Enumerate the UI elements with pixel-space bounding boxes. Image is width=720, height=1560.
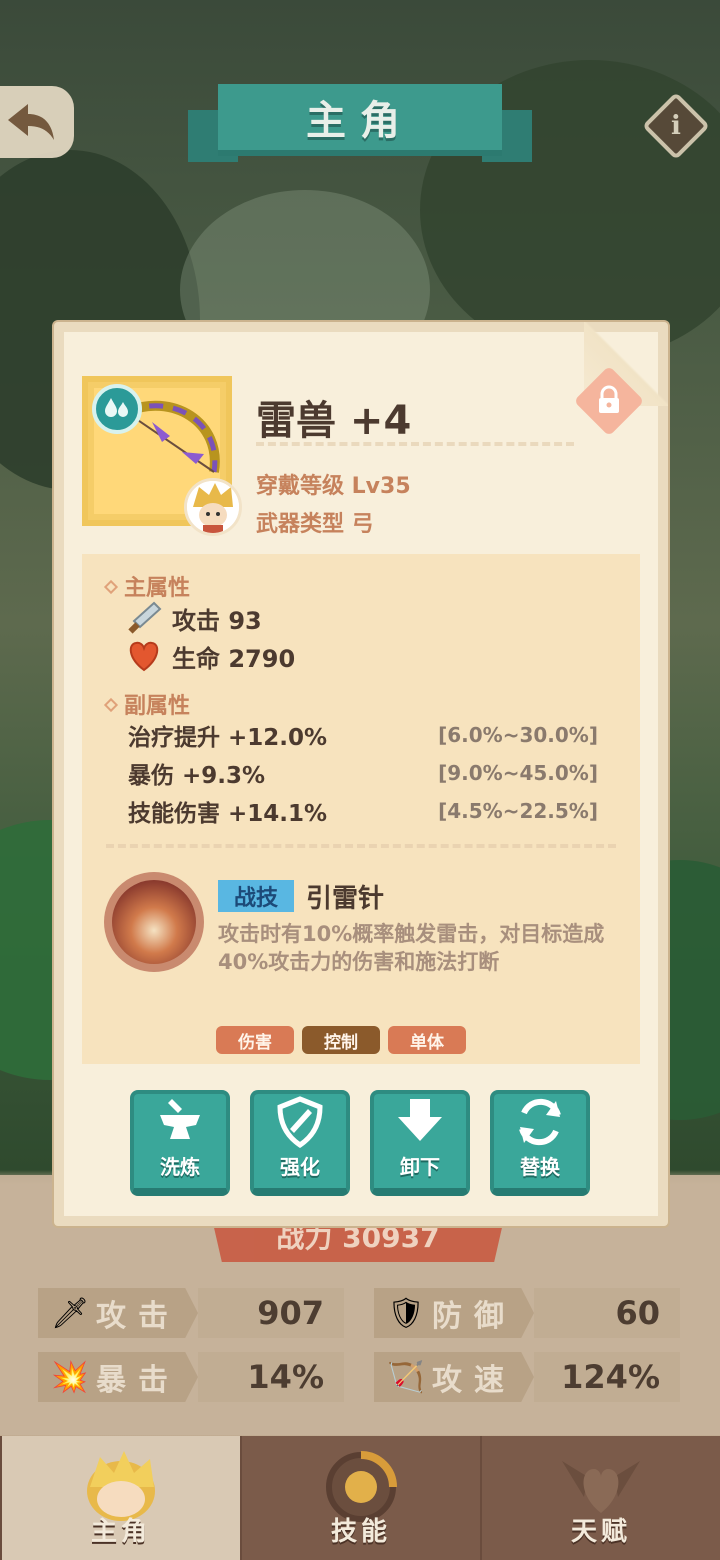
bottom-nav: 主角 技能 天赋 (0, 1436, 720, 1560)
nav-tab-talent[interactable]: 天赋 (480, 1436, 720, 1560)
divider (256, 442, 574, 446)
divider (106, 844, 616, 848)
heart-icon (124, 638, 164, 674)
stat-attack: 🗡 攻击 907 (38, 1288, 344, 1338)
skill-chip-damage: 伤害 (216, 1026, 294, 1054)
sword-icon: 🗡 (50, 1295, 90, 1331)
main-attr-title: 主属性 (103, 570, 190, 602)
nav-label: 天赋 (570, 1517, 631, 1547)
attributes-box: 主属性 攻击 93 生命 2790 副属性 治疗提升 +12.0% [6.0%~… (82, 554, 640, 1064)
weapon-type: 武器类型 弓 (256, 512, 374, 537)
enhance-button[interactable]: 强化 (250, 1090, 350, 1196)
skill-chip-control: 控制 (302, 1026, 380, 1054)
shield-icon: 🛡 (386, 1295, 426, 1331)
replace-button[interactable]: 替换 (490, 1090, 590, 1196)
stat-value: 14% (198, 1352, 344, 1402)
title-ribbon: 主角 (188, 84, 532, 170)
nav-tab-skills[interactable]: 技能 (240, 1436, 480, 1560)
sub-attr-title: 副属性 (103, 688, 190, 720)
stat-value: 60 (534, 1288, 680, 1338)
nav-label: 技能 (330, 1517, 391, 1547)
refresh-icon (519, 1098, 561, 1146)
page-title: 主角 (306, 98, 414, 144)
bow-icon: 🏹 (387, 1359, 425, 1395)
sub-attr-row: 暴伤 +9.3% [9.0%~45.0%] (128, 761, 598, 789)
stat-label: 攻速 (432, 1363, 516, 1398)
nav-tab-hero[interactable]: 主角 (0, 1436, 240, 1560)
back-button[interactable] (0, 86, 74, 158)
info-icon: i (671, 111, 681, 141)
water-element-icon (92, 384, 142, 434)
back-arrow-icon (8, 104, 54, 140)
skill-chip-single: 单体 (388, 1026, 466, 1054)
lock-icon (599, 385, 619, 413)
skill-lightning-icon[interactable] (104, 872, 204, 972)
wear-level: 穿戴等级 Lv35 (256, 474, 411, 499)
stat-crit: 💥 暴击 14% (38, 1352, 344, 1402)
stat-defense: 🛡 防御 60 (374, 1288, 680, 1338)
sub-attr-row: 技能伤害 +14.1% [4.5%~22.5%] (128, 799, 598, 827)
hero-avatar (184, 478, 242, 536)
nav-label: 主角 (90, 1517, 151, 1547)
reforge-button[interactable]: 洗炼 (130, 1090, 230, 1196)
item-name: 雷兽 +4 (256, 398, 412, 444)
skill-name: 引雷针 (306, 884, 385, 914)
unequip-button[interactable]: 卸下 (370, 1090, 470, 1196)
skill-description: 攻击时有10%概率触发雷击，对目标造成40%攻击力的伤害和施法打断 (218, 922, 605, 974)
crit-burst-icon: 💥 (51, 1359, 89, 1395)
stat-label: 攻击 (96, 1299, 180, 1334)
stat-value: 907 (198, 1288, 344, 1338)
stat-attack-speed: 🏹 攻速 124% (374, 1352, 680, 1402)
equipment-detail-panel: 雷兽 +4 穿戴等级 Lv35 武器类型 弓 主属性 攻击 93 生命 2790… (54, 322, 668, 1226)
stat-value: 124% (534, 1352, 680, 1402)
arrow-down-icon (398, 1099, 442, 1141)
main-attr-attack: 攻击 93 (124, 600, 262, 636)
sub-attr-row: 治疗提升 +12.0% [6.0%~30.0%] (128, 723, 598, 751)
skill-type-tag: 战技 (218, 880, 294, 912)
stat-label: 暴击 (96, 1363, 180, 1398)
shield-sword-icon (277, 1096, 323, 1149)
main-attr-hp: 生命 2790 (124, 638, 295, 674)
anvil-icon (160, 1099, 200, 1139)
sword-icon (124, 600, 164, 636)
stat-label: 防御 (432, 1299, 516, 1334)
item-icon-frame[interactable] (82, 376, 242, 536)
